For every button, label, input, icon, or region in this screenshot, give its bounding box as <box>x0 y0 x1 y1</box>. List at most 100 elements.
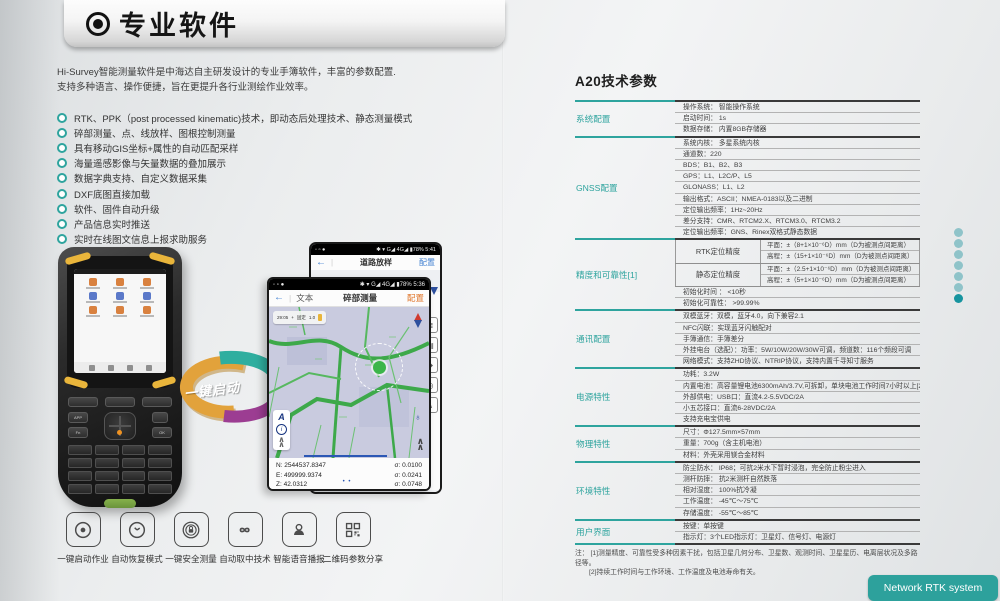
voice-person-icon <box>282 512 317 547</box>
feature-item: 产品信息实时推送 <box>57 216 412 231</box>
chip-time: 29:05 <box>277 315 288 320</box>
spec-row: 小五芯接口：直流6-28VDC/2A <box>675 403 920 414</box>
nav-divider: | <box>289 293 291 303</box>
feature-badge: 智能语音播报 <box>272 512 326 565</box>
feature-badge-label: 自动恢复模式 <box>111 553 163 565</box>
page-seam <box>502 0 504 601</box>
device-key <box>148 458 172 468</box>
qr-code-icon <box>336 512 371 547</box>
device-key <box>68 458 92 468</box>
spec-row: 手簿通信：手簿差分 <box>675 334 920 345</box>
dot <box>954 228 963 237</box>
feature-badge: 一键安全测量 <box>164 512 218 565</box>
lightbulb-icon: ♁ <box>412 412 424 426</box>
spec-values: 尺寸：Φ127.5mm×57mm重量：700g（含主机电池）材料：外壳采用镁合金… <box>675 427 920 463</box>
spec-row: 相对湿度： 100%抗冷凝 <box>675 485 920 496</box>
scale-bar <box>304 455 387 458</box>
spec-row: 按键：单按键 <box>675 521 920 532</box>
spec-note: 注： [1]测量精度、可靠性受多种因素干扰，包括卫星几何分布、卫星数、观测时间、… <box>575 549 920 568</box>
device-dock <box>74 362 166 373</box>
device-key <box>122 445 146 455</box>
spec-row: 测杆防摔： 抗2米测杆自然跌落 <box>675 474 920 485</box>
feature-text: 数据字典支持、自定义数据采集 <box>74 171 207 185</box>
spec-row: 尺寸：Φ127.5mm×57mm <box>675 427 920 438</box>
spec-group: 通讯配置双模蓝牙：双模，蓝牙4.0，向下兼容2.1NFC闪联：实现蓝牙闪触配对手… <box>575 311 920 369</box>
spec-values: 系统内核： 多星系统内核通道数：220BDS：B1、B2、B3GPS：L1、L2… <box>675 138 920 241</box>
info-icon: i <box>276 424 287 435</box>
spec-values: 双模蓝牙：双模，蓝牙4.0，向下兼容2.1NFC闪联：实现蓝牙闪触配对手簿通信：… <box>675 311 920 369</box>
device-key <box>68 484 92 494</box>
spec-values: 操作系统： 智能操作系统启动时间： 1s数据存储： 内置8GB存储器 <box>675 100 920 138</box>
feature-badge-label: 智能语音播报 <box>273 553 325 565</box>
north-arrow-icon: A <box>278 413 285 422</box>
device-app-icon <box>80 306 107 317</box>
device-keypad: APPFn OK <box>68 397 172 508</box>
spec-category: 用户界面 <box>575 521 675 545</box>
map-view: 29:05 + 固定 1.0 A i ∧∧ ♁ ∧∧ <box>269 307 429 458</box>
feature-item: 数据字典支持、自定义数据采集 <box>57 171 412 186</box>
spec-row: 支持充电宝供电 <box>675 414 920 425</box>
dot <box>954 250 963 259</box>
chip-value: 1.0 <box>309 315 315 320</box>
yellow-accent <box>65 252 92 266</box>
clock-icon <box>120 512 155 547</box>
spec-row: 系统内核： 多星系统内核 <box>675 138 920 149</box>
record-circle-icon <box>66 512 101 547</box>
device-app-icon <box>107 306 134 317</box>
fix-status: 固定 <box>297 315 306 321</box>
device-app-icon <box>133 292 160 303</box>
decorative-dot-column <box>954 228 963 303</box>
spec-row: GPS：L1、L2C/P、L5 <box>675 171 920 182</box>
dot <box>954 239 963 248</box>
spec-row: BDS：B1、B2、B3 <box>675 160 920 171</box>
spec-row: 功耗：3.2W <box>675 369 920 380</box>
spec-category: 物理特性 <box>575 427 675 463</box>
phone-navbar: ← | 道路放样 配置 <box>311 255 440 271</box>
compass-needle-icon <box>414 313 422 328</box>
feature-badge: 二维码参数分享 <box>326 512 380 565</box>
spec-group: 系统配置操作系统： 智能操作系统启动时间： 1s数据存储： 内置8GB存储器 <box>575 100 920 138</box>
device-screen <box>74 269 166 373</box>
phone-navbar: ← | 文本 碎部测量 配置 <box>269 290 429 307</box>
spec-group: 电源特性功耗：3.2W内置电池：高容量锂电池6300mAh/3.7V,可拆卸，单… <box>575 369 920 427</box>
spec-group: 环境特性防尘防水： IP68；可抗2米水下暂时浸泡，完全防止粉尘进入测杆防摔： … <box>575 463 920 521</box>
infinity-icon <box>228 512 263 547</box>
coordinate-values: N: 2544537.8347 E: 499999.9374 Z: 42.031… <box>276 461 326 491</box>
spec-group: GNSS配置系统内核： 多星系统内核通道数：220BDS：B1、B2、B3GPS… <box>575 138 920 241</box>
intro-text: Hi-Survey智能测量软件是中海达自主研发设计的专业手簿软件，丰富的参数配置… <box>57 65 396 95</box>
spec-row: 内置电池：高容量锂电池6300mAh/3.7V,可拆卸，单块电池工作时间7小时以… <box>675 381 920 392</box>
spec-subgroup: RTK定位精度平面：±（8+1×10⁻⁶D）mm（D为被测点间距离）高程：±（1… <box>675 240 920 263</box>
spec-sublines: 平面：±（8+1×10⁻⁶D）mm（D为被测点间距离）高程：±（15+1×10⁻… <box>761 240 920 262</box>
device-key <box>148 484 172 494</box>
screen-title: 碎部测量 <box>318 292 402 304</box>
device-app-icon <box>80 292 107 303</box>
dot <box>954 272 963 281</box>
phone-statusbar: ◦ ▫ ● ✱ ▾ G◢ 4G◢ ▮78% 5:41 <box>311 244 440 255</box>
network-rtk-label: Network RTK system <box>868 575 998 601</box>
map-left-panel: A i ∧∧ <box>273 410 290 450</box>
page-title: 专业软件 <box>119 4 239 43</box>
page-indicator-dots: • • <box>343 478 352 488</box>
feature-badge: 自动恢复模式 <box>110 512 164 565</box>
map-canvas <box>269 307 429 458</box>
spec-row: 材料：外壳采用镁合金材料 <box>675 450 920 461</box>
spec-row: 工作温度： -45℃～75℃ <box>675 496 920 507</box>
feature-item: DXF底图直接加载 <box>57 186 412 201</box>
feature-text: RTK、PPK（post processed kinematic)技术，即动态后… <box>74 111 412 125</box>
yellow-accent <box>64 376 89 389</box>
brochure-page: 专业软件 Hi-Survey智能测量软件是中海达自主研发设计的专业手簿软件，丰富… <box>0 0 1000 601</box>
dot <box>954 261 963 270</box>
spec-row: 防尘防水： IP68；可抗2米水下暂时浸泡，完全防止粉尘进入 <box>675 463 920 474</box>
chevron-up-icon: ∧∧ <box>417 439 424 450</box>
spec-values: 按键：单按键指示灯：3个LED指示灯：卫星灯、信号灯、电源灯 <box>675 521 920 545</box>
bullet-icon <box>57 204 67 214</box>
device-led <box>117 430 122 435</box>
status-icons-right: ✱ ▾ G◢ 4G◢ ▮78% 5:36 <box>360 281 425 288</box>
spec-row: 高程：±（15+1×10⁻⁶D）mm（D为被测点间距离） <box>761 251 919 262</box>
bullet-icon <box>57 219 67 229</box>
spec-row: 双模蓝牙：双模，蓝牙4.0，向下兼容2.1 <box>675 311 920 322</box>
config-button: 配置 <box>407 292 424 304</box>
device-app-icon <box>133 306 160 317</box>
yellow-accent <box>149 252 176 266</box>
spec-sublabel: 静态定位精度 <box>675 264 761 286</box>
